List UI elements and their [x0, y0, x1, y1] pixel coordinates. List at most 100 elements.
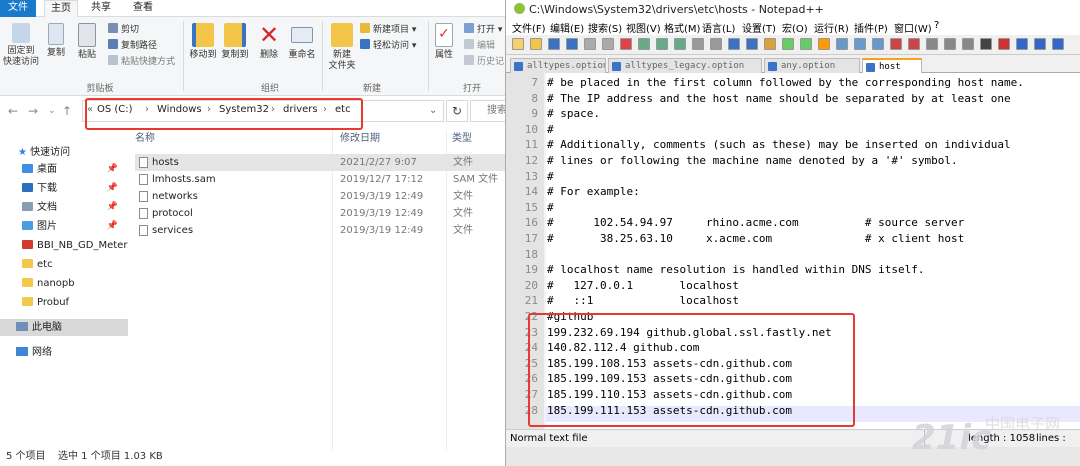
- file-row-lmhosts-sam[interactable]: lmhosts.sam 2019/12/7 17:12 SAM 文件: [135, 171, 505, 188]
- copy-to-button[interactable]: 复制到: [220, 23, 250, 61]
- copy-path-button[interactable]: 复制路径: [108, 39, 157, 52]
- refresh-button[interactable]: ↻: [446, 100, 468, 122]
- toolbar-button-icon[interactable]: [746, 38, 758, 50]
- toolbar-button-icon[interactable]: [656, 38, 668, 50]
- properties-button[interactable]: ✓ 属性: [432, 23, 456, 61]
- toolbar-button-icon[interactable]: [1016, 38, 1028, 50]
- toolbar-button-icon[interactable]: [782, 38, 794, 50]
- menu-item[interactable]: ?: [934, 20, 939, 31]
- history-button[interactable]: 历史记: [464, 55, 504, 68]
- toolbar-button-icon[interactable]: [764, 38, 776, 50]
- code-line[interactable]: #: [547, 123, 554, 136]
- sidebar-item--[interactable]: 桌面 📌: [0, 161, 128, 178]
- toolbar-button-icon[interactable]: [800, 38, 812, 50]
- menu-item[interactable]: 格式(M): [664, 20, 700, 35]
- toolbar-button-icon[interactable]: [728, 38, 740, 50]
- code-line[interactable]: # localhost name resolution is handled w…: [547, 263, 925, 276]
- tab-file[interactable]: 文件: [0, 0, 36, 17]
- address-dropdown-icon[interactable]: ⌄: [429, 105, 437, 116]
- toolbar-button-icon[interactable]: [530, 38, 542, 50]
- sidebar-item--[interactable]: 文档 📌: [0, 199, 128, 216]
- menu-item[interactable]: 窗口(W): [894, 20, 932, 35]
- search-input[interactable]: 搜索: [470, 100, 510, 122]
- menu-item[interactable]: 语言(L): [702, 20, 735, 35]
- tab-any-option[interactable]: any.option: [764, 58, 860, 73]
- toolbar-button-icon[interactable]: [692, 38, 704, 50]
- pin-quick-access-button[interactable]: 固定到 快速访问: [2, 23, 40, 68]
- paste-button[interactable]: 粘贴: [74, 23, 100, 61]
- tab-alltypes-option[interactable]: alltypes.option: [510, 58, 606, 73]
- code-line[interactable]: # be placed in the first column followed…: [547, 76, 1024, 89]
- menu-item[interactable]: 插件(P): [854, 20, 888, 35]
- move-to-button[interactable]: 移动到: [188, 23, 218, 61]
- code-line[interactable]: #: [547, 201, 554, 214]
- back-arrow-icon[interactable]: ←: [8, 104, 18, 118]
- code-line[interactable]: # 127.0.0.1 localhost: [547, 279, 739, 292]
- toolbar-button-icon[interactable]: [890, 38, 902, 50]
- toolbar-button-icon[interactable]: [962, 38, 974, 50]
- menu-item[interactable]: 宏(O): [782, 20, 808, 35]
- toolbar-button-icon[interactable]: [548, 38, 560, 50]
- edit-button[interactable]: 编辑: [464, 39, 495, 52]
- column-date[interactable]: 修改日期: [340, 130, 380, 148]
- code-line[interactable]: # 102.54.94.97 rhino.acme.com # source s…: [547, 216, 964, 229]
- file-row-services[interactable]: services 2019/3/19 12:49 文件: [135, 222, 505, 239]
- toolbar-button-icon[interactable]: [908, 38, 920, 50]
- file-row-networks[interactable]: networks 2019/3/19 12:49 文件: [135, 188, 505, 205]
- menu-item[interactable]: 设置(T): [742, 20, 776, 35]
- column-name[interactable]: 名称: [135, 130, 155, 148]
- toolbar-button-icon[interactable]: [620, 38, 632, 50]
- new-item-button[interactable]: 新建项目 ▾: [360, 23, 416, 36]
- file-row-protocol[interactable]: protocol 2019/3/19 12:49 文件: [135, 205, 505, 222]
- toolbar-button-icon[interactable]: [872, 38, 884, 50]
- recent-chevron-icon[interactable]: ⌄: [48, 106, 56, 116]
- menu-item[interactable]: 搜索(S): [588, 20, 622, 35]
- toolbar-button-icon[interactable]: [836, 38, 848, 50]
- easy-access-button[interactable]: 轻松访问 ▾: [360, 39, 416, 52]
- network-item[interactable]: 网络: [0, 344, 128, 361]
- code-line[interactable]: # 38.25.63.10 x.acme.com # x client host: [547, 232, 964, 245]
- toolbar-button-icon[interactable]: [638, 38, 650, 50]
- pin-icon[interactable]: 📌: [107, 199, 118, 216]
- paste-shortcut-button[interactable]: 粘贴快捷方式: [108, 55, 175, 68]
- menu-item[interactable]: 文件(F): [512, 20, 546, 35]
- toolbar-button-icon[interactable]: [710, 38, 722, 50]
- toolbar-button-icon[interactable]: [674, 38, 686, 50]
- toolbar-button-icon[interactable]: [998, 38, 1010, 50]
- tab-share[interactable]: 共享: [84, 0, 118, 17]
- tab-view[interactable]: 查看: [126, 0, 160, 17]
- toolbar-button-icon[interactable]: [1034, 38, 1046, 50]
- horizontal-scrollbar[interactable]: [506, 447, 1080, 466]
- pin-icon[interactable]: 📌: [107, 218, 118, 235]
- tab-alltypes-legacy-option[interactable]: alltypes_legacy.option: [608, 58, 762, 73]
- tab-hosts[interactable]: host: [862, 58, 922, 73]
- rename-button[interactable]: 重命名: [286, 23, 318, 61]
- code-line[interactable]: # ::1 localhost: [547, 294, 739, 307]
- tab-home[interactable]: 主页: [44, 0, 78, 18]
- toolbar-button-icon[interactable]: [1052, 38, 1064, 50]
- toolbar-button-icon[interactable]: [584, 38, 596, 50]
- delete-button[interactable]: ✕ 删除: [256, 23, 282, 61]
- toolbar-button-icon[interactable]: [854, 38, 866, 50]
- code-line[interactable]: # Additionally, comments (such as these)…: [547, 138, 1011, 151]
- cut-button[interactable]: 剪切: [108, 23, 139, 36]
- copy-button[interactable]: 复制: [44, 23, 68, 59]
- pin-icon[interactable]: 📌: [107, 180, 118, 197]
- quick-access-item[interactable]: ★ 快速访问: [0, 144, 128, 161]
- new-folder-button[interactable]: 新建 文件夹: [326, 23, 358, 72]
- sidebar-item-etc[interactable]: etc: [0, 256, 128, 273]
- file-row-hosts[interactable]: hosts 2021/2/27 9:07 文件: [135, 154, 505, 171]
- code-line[interactable]: # lines or following the machine name de…: [547, 154, 958, 167]
- toolbar-button-icon[interactable]: [566, 38, 578, 50]
- sidebar-item--[interactable]: 下载 📌: [0, 180, 128, 197]
- code-line[interactable]: # space.: [547, 107, 600, 120]
- sidebar-item-bbi-nb-gd-meter[interactable]: BBI_NB_GD_Meter: [0, 237, 128, 254]
- code-line[interactable]: #: [547, 170, 554, 183]
- forward-arrow-icon[interactable]: →: [28, 104, 38, 118]
- sidebar-item-probuf[interactable]: Probuf: [0, 294, 128, 311]
- toolbar-button-icon[interactable]: [602, 38, 614, 50]
- open-button[interactable]: 打开 ▾: [464, 23, 502, 36]
- toolbar-button-icon[interactable]: [926, 38, 938, 50]
- pin-icon[interactable]: 📌: [107, 161, 118, 178]
- toolbar-button-icon[interactable]: [818, 38, 830, 50]
